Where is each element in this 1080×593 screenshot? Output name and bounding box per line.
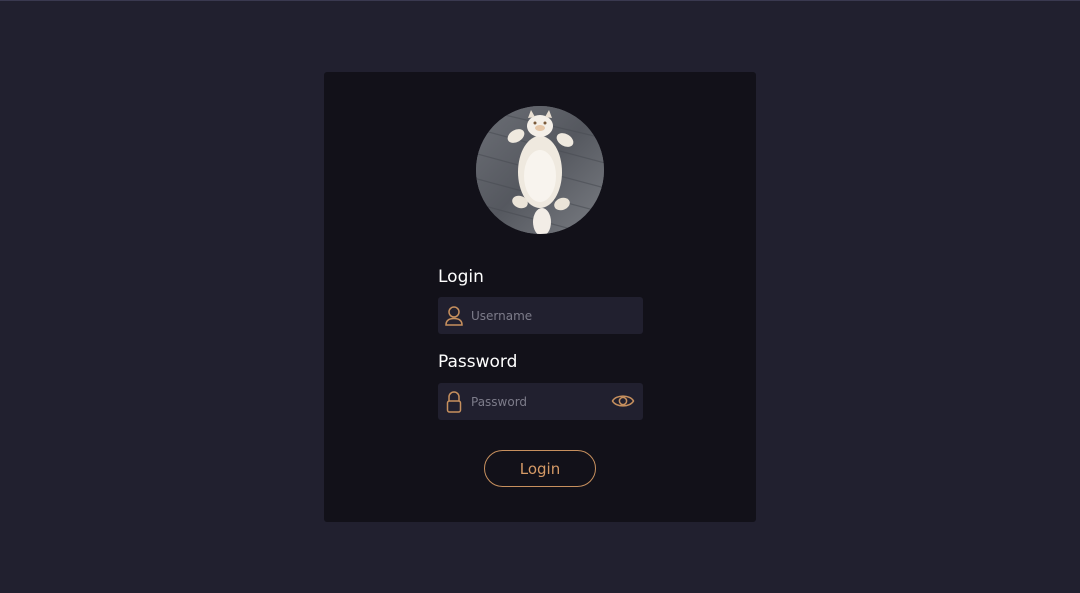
user-icon	[444, 304, 464, 328]
username-label: Login	[438, 267, 484, 287]
eye-icon[interactable]	[611, 391, 635, 411]
login-card: Login Password Login	[324, 72, 756, 522]
password-input[interactable]	[471, 383, 601, 420]
top-border	[0, 0, 1080, 1]
username-input[interactable]	[471, 297, 601, 334]
lock-icon	[444, 390, 464, 414]
cat-avatar-image	[476, 106, 604, 234]
avatar	[476, 106, 604, 234]
password-label: Password	[438, 352, 518, 372]
username-field	[438, 297, 643, 334]
login-button[interactable]: Login	[484, 450, 596, 487]
password-field	[438, 383, 643, 420]
